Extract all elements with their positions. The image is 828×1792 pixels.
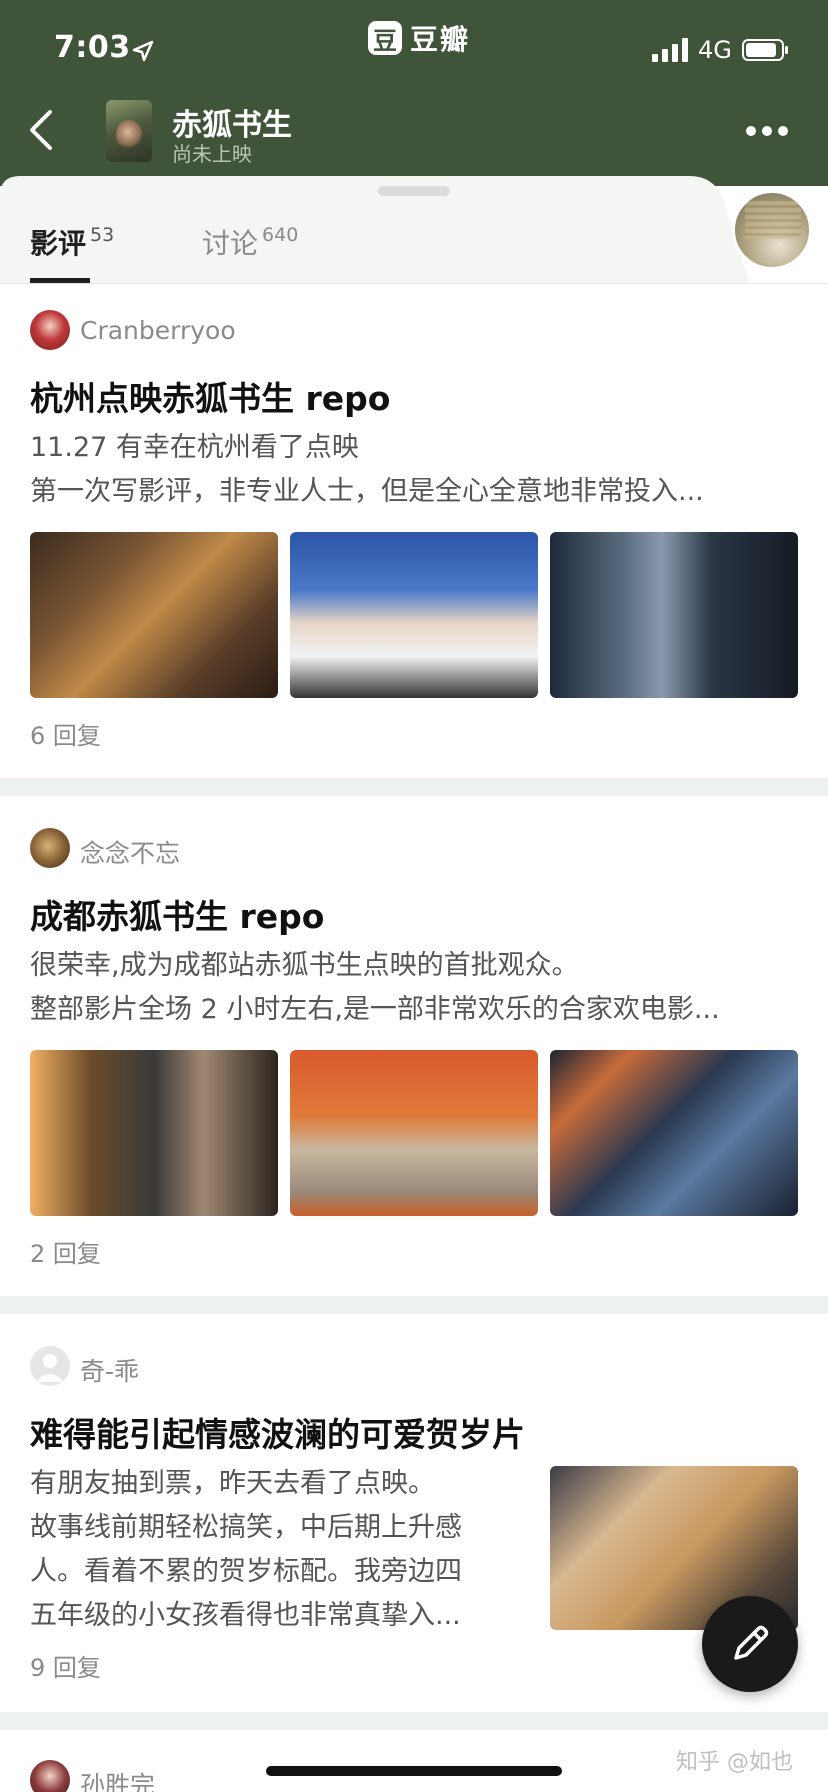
- tab-reviews-count: 53: [90, 224, 115, 246]
- review-excerpt-line: 整部影片全场 2 小时左右,是一部非常欢乐的合家欢电影...: [30, 994, 720, 1025]
- review-excerpt-line: 第一次写影评，非专业人士，但是全心全意地非常投入...: [30, 476, 704, 507]
- review-excerpt-line: 五年级的小女孩看得也非常真挚入...: [30, 1600, 461, 1631]
- back-icon[interactable]: [26, 106, 56, 154]
- reply-count[interactable]: 9 回复: [30, 1648, 101, 1683]
- douban-logo: 豆 豆瓣: [368, 20, 470, 56]
- review-author-name[interactable]: 奇-乖: [80, 1352, 139, 1388]
- review-author-avatar[interactable]: [30, 1760, 70, 1792]
- review-author-name[interactable]: Cranberryoo: [80, 316, 236, 345]
- review-title[interactable]: 杭州点映赤狐书生 repo: [30, 372, 390, 420]
- tab-discussions-count: 640: [262, 224, 299, 246]
- review-image[interactable]: [550, 1050, 798, 1216]
- battery-icon: [742, 39, 788, 61]
- reply-count[interactable]: 6 回复: [30, 716, 101, 751]
- tab-reviews[interactable]: 影评 53: [30, 222, 114, 262]
- review-image[interactable]: [550, 532, 798, 698]
- reply-count[interactable]: 2 回复: [30, 1234, 101, 1269]
- review-excerpt-line: 人。看着不累的贺岁标配。我旁边四: [30, 1556, 462, 1587]
- tab-discussions[interactable]: 讨论 640: [202, 222, 298, 262]
- review-title[interactable]: 成都赤狐书生 repo: [30, 890, 324, 938]
- more-options-icon[interactable]: [744, 124, 790, 138]
- tab-reviews-label: 影评: [30, 227, 87, 260]
- review-author-name[interactable]: 孙胜完: [80, 1766, 155, 1792]
- location-arrow-icon: [132, 40, 154, 62]
- tab-discussions-label: 讨论: [202, 227, 259, 260]
- review-author-name[interactable]: 念念不忘: [80, 834, 180, 870]
- review-card[interactable]: [0, 284, 828, 778]
- douban-mark-icon: 豆: [368, 21, 402, 55]
- review-excerpt-line: 11.27 有幸在杭州看了点映: [30, 432, 359, 463]
- review-author-avatar[interactable]: [30, 310, 70, 350]
- status-time: 7:03: [54, 30, 131, 65]
- pencil-icon: [734, 1625, 769, 1660]
- review-author-avatar[interactable]: [30, 828, 70, 868]
- default-avatar-icon: [36, 1354, 64, 1382]
- release-status: 尚未上映: [172, 142, 252, 166]
- review-image[interactable]: [290, 532, 538, 698]
- review-image[interactable]: [30, 1050, 278, 1216]
- douban-brand-text: 豆瓣: [410, 23, 471, 56]
- review-excerpt-line: 故事线前期轻松搞笑，中后期上升感: [30, 1512, 462, 1543]
- write-review-button[interactable]: [702, 1596, 798, 1692]
- card-separator: [0, 1712, 828, 1730]
- review-card[interactable]: [0, 796, 828, 1296]
- card-separator: [0, 778, 828, 796]
- watermark-text: 知乎 @如也: [676, 1750, 793, 1775]
- drag-handle[interactable]: [378, 186, 450, 196]
- review-image[interactable]: [30, 532, 278, 698]
- review-excerpt-line: 有朋友抽到票，昨天去看了点映。: [30, 1468, 435, 1499]
- review-title[interactable]: 难得能引起情感波澜的可爱贺岁片: [30, 1408, 525, 1456]
- review-image[interactable]: [290, 1050, 538, 1216]
- cellular-signal-icon: [652, 38, 688, 62]
- review-excerpt-line: 很荣幸,成为成都站赤狐书生点映的首批观众。: [30, 950, 579, 981]
- user-avatar[interactable]: [732, 190, 812, 270]
- network-type: 4G: [698, 36, 732, 64]
- home-indicator[interactable]: [266, 1766, 562, 1776]
- card-separator: [0, 1296, 828, 1314]
- movie-poster-thumbnail[interactable]: [106, 100, 152, 162]
- review-author-avatar[interactable]: [30, 1346, 70, 1386]
